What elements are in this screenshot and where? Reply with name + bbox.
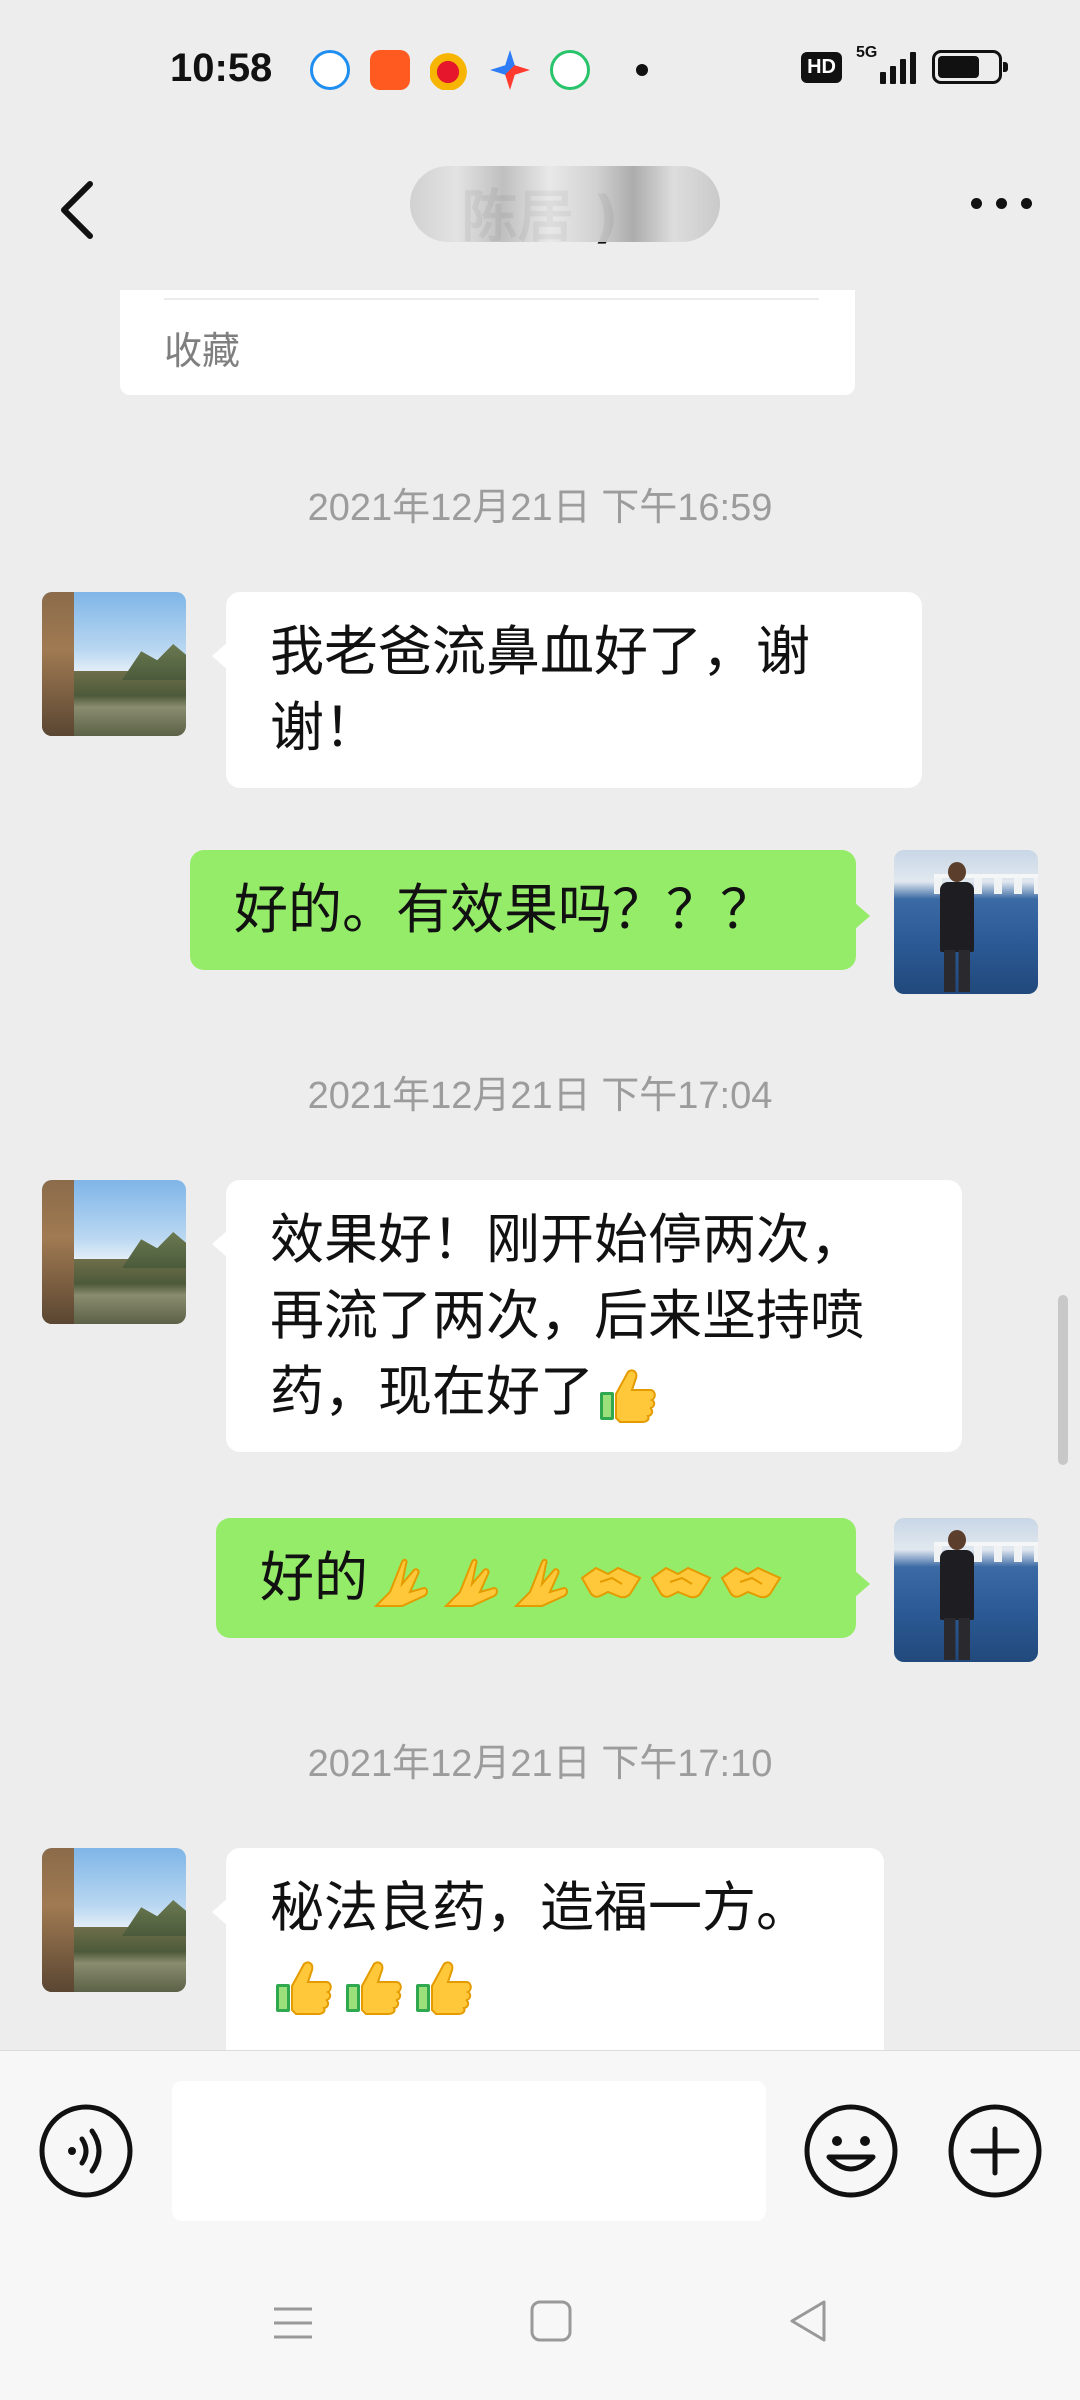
battery-fill — [938, 56, 979, 78]
favorites-card[interactable]: 收藏 — [120, 290, 855, 395]
message-text-line: 秘法良药，造福一方。 — [270, 1876, 810, 1939]
my-avatar[interactable] — [894, 850, 1038, 994]
handshake-icon — [718, 1548, 784, 1614]
voice-input-icon[interactable] — [38, 2103, 134, 2199]
chat-header: 陈居 ) — [0, 140, 1080, 290]
thumbs-up-icon — [340, 1954, 406, 2020]
message-text-line: 再流了两次，后来坚持喷 — [270, 1284, 864, 1347]
home-icon[interactable] — [528, 2298, 574, 2344]
my-avatar[interactable] — [894, 1518, 1038, 1662]
emoji-row — [368, 1548, 784, 1614]
hd-badge: HD — [801, 51, 842, 83]
received-message-bubble[interactable]: 效果好！刚开始停两次， 再流了两次，后来坚持喷 药，现在好了 — [212, 1180, 962, 1452]
contact-avatar[interactable] — [42, 592, 186, 736]
scrollbar[interactable] — [1058, 1295, 1068, 1465]
message-input[interactable] — [172, 2081, 766, 2221]
recent-apps-icon[interactable] — [270, 2300, 316, 2346]
sent-message-bubble[interactable]: 好的。有效果吗？？？ — [190, 850, 870, 970]
pray-icon — [438, 1548, 504, 1614]
kuaishou-icon — [370, 50, 410, 90]
system-nav-bar — [0, 2250, 1080, 2400]
timestamp: 2021年12月21日 下午17:04 — [307, 1075, 773, 1117]
contact-avatar[interactable] — [42, 1848, 186, 1992]
message-text: 药，现在好了 — [270, 1360, 594, 1423]
thumbs-up-icon — [270, 1954, 336, 2020]
more-options-icon[interactable] — [971, 198, 1032, 209]
message-text-line: 我老爸流鼻血好了，谢 — [270, 620, 810, 683]
contact-avatar[interactable] — [42, 1180, 186, 1324]
thumbs-up-icon — [410, 1954, 476, 2020]
notification-icons — [310, 50, 648, 90]
sent-message-bubble[interactable]: 好的 — [216, 1518, 870, 1638]
handshake-icon — [578, 1548, 644, 1614]
more-functions-icon[interactable] — [947, 2103, 1043, 2199]
more-notifications-dot — [636, 64, 648, 76]
message-text: 好的 — [260, 1546, 368, 1609]
pray-icon — [508, 1548, 574, 1614]
status-bar: 10:58 HD 5G — [0, 0, 1080, 140]
browser-icon — [310, 50, 350, 90]
timestamp: 2021年12月21日 下午17:10 — [307, 1743, 773, 1785]
received-message-bubble[interactable]: 秘法良药，造福一方。 — [212, 1848, 884, 2050]
weibo-icon — [430, 50, 470, 90]
network-type: 5G — [856, 44, 878, 61]
received-message-bubble[interactable]: 我老爸流鼻血好了，谢 谢！ — [212, 592, 922, 788]
video-icon — [550, 50, 590, 90]
compass-icon — [490, 50, 530, 90]
pray-icon — [368, 1548, 434, 1614]
card-divider — [164, 298, 819, 300]
favorites-label: 收藏 — [164, 329, 241, 373]
message-text-line: 药，现在好了 — [270, 1354, 918, 1430]
thumbs-up-icon — [594, 1362, 660, 1428]
message-text-line: 谢！ — [270, 696, 378, 759]
message-list[interactable]: 收藏 2021年12月21日 下午16:59 我老爸流鼻血好了，谢 谢！ 好的。… — [0, 290, 1080, 2050]
privacy-blur — [410, 166, 720, 242]
message-text-line: 效果好！刚开始停两次， — [270, 1208, 864, 1271]
emoji-row — [270, 1954, 476, 2020]
timestamp: 2021年12月21日 下午16:59 — [307, 487, 773, 529]
input-bar — [0, 2050, 1080, 2250]
nav-back-icon[interactable] — [784, 2296, 834, 2346]
message-text: 好的。有效果吗？？？ — [234, 878, 774, 941]
status-time: 10:58 — [170, 46, 273, 90]
emoji-picker-icon[interactable] — [803, 2103, 899, 2199]
handshake-icon — [648, 1548, 714, 1614]
signal-icon: 5G — [856, 44, 916, 84]
battery-icon — [932, 50, 1008, 84]
system-icons: HD 5G — [801, 44, 1008, 84]
